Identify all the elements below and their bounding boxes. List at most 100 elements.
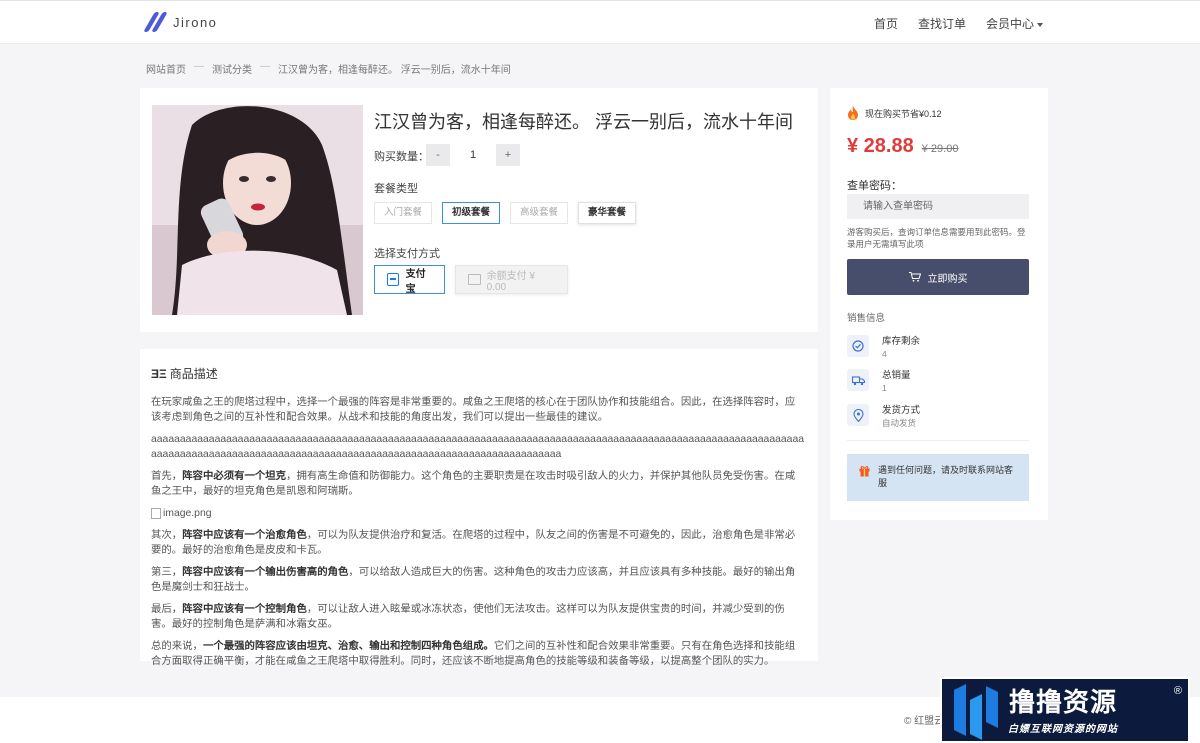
product-card: 江汉曾为客，相逢每醉还。 浮云一别后，流水十年间 购买数量： - 1 + 套餐类… (140, 88, 818, 332)
description-heading: ƎΞ 商品描述 (151, 365, 218, 382)
nav-find-order[interactable]: 查找订单 (918, 15, 966, 32)
paragraph-text: 第三， (151, 567, 183, 578)
nav-member-center-label: 会员中心 (985, 17, 1034, 31)
savings-notice: 现在购买节省¥0.12 (847, 106, 942, 120)
breadcrumb-home[interactable]: 网站首页 (146, 61, 186, 76)
brand-logo[interactable]: Jirono (143, 12, 218, 32)
stat-sales-title: 总销量 (882, 370, 911, 381)
stat-delivery-value: 自动发货 (882, 418, 917, 428)
description-body: 在玩家咸鱼之王的爬塔过程中，选择一个最强的阵容是非常重要的。咸鱼之王爬塔的核心在… (151, 395, 804, 676)
product-title: 江汉曾为客，相逢每醉还。 浮云一别后，流水十年间 (374, 112, 793, 132)
quantity-input[interactable]: 1 (450, 144, 496, 166)
paragraph-bold: 阵容中必须有一个坦克 (182, 471, 287, 482)
payment-options: 支付宝 余额支付 ¥ 0.00 (374, 265, 568, 295)
cart-icon (908, 272, 921, 282)
paragraph-text: 其次， (151, 530, 183, 541)
support-notice-text: 遇到任何问题，请及时联系网站客服 (878, 465, 1014, 488)
buy-now-label: 立即购买 (927, 273, 968, 285)
plan-option-deluxe[interactable]: 豪华套餐 (578, 202, 637, 224)
query-password-hint: 游客购买后，查询订单信息需要用到此密码。登录用户无需填写此项 (847, 227, 1026, 249)
stat-sales: 总销量 1 (847, 369, 911, 395)
plan-type-label: 套餐类型 (374, 183, 418, 195)
watermark-text: 撸撸资源 白嫖互联网资源的网站 (1008, 686, 1118, 735)
stat-sales-value: 1 (882, 383, 887, 393)
description-paragraph: 在玩家咸鱼之王的爬塔过程中，选择一个最强的阵容是非常重要的。咸鱼之王爬塔的核心在… (151, 397, 796, 423)
nav-member-center[interactable]: 会员中心 (986, 15, 1043, 32)
savings-text: 现在购买节省¥0.12 (865, 108, 942, 119)
price-block: ¥ 28.88 ¥ 29.00 (847, 135, 958, 158)
pay-option-alipay[interactable]: 支付宝 (374, 265, 445, 295)
description-card: ƎΞ 商品描述 在玩家咸鱼之王的爬塔过程中，选择一个最强的阵容是非常重要的。咸鱼… (140, 349, 818, 667)
product-image (152, 105, 363, 315)
description-paragraph: aaaaaaaaaaaaaaaaaaaaaaaaaaaaaaaaaaaaaaaa… (151, 434, 805, 460)
description-paragraph: 其次，阵容中应该有一个治愈角色，可以为队友提供治疗和复活。在爬塔的过程中，队友之… (151, 528, 804, 558)
support-notice: 遇到任何问题，请及时联系网站客服 (847, 454, 1029, 501)
breadcrumb-separator: — (194, 61, 204, 72)
paragraph-text: 最后， (151, 604, 183, 615)
stat-stock: 库存剩余 4 (847, 335, 920, 361)
chevron-down-icon (1037, 22, 1043, 27)
plan-option-advanced[interactable]: 高级套餐 (510, 202, 569, 224)
payment-method-label: 选择支付方式 (374, 248, 440, 260)
check-circle-icon (847, 335, 869, 357)
stat-stock-title: 库存剩余 (882, 336, 921, 347)
nav-home[interactable]: 首页 (874, 15, 898, 32)
wallet-icon (468, 274, 481, 285)
plan-option-starter[interactable]: 入门套餐 (374, 202, 433, 224)
quantity-stepper: - 1 + (426, 144, 520, 166)
query-password-input[interactable] (847, 194, 1029, 219)
broken-image-icon (151, 508, 161, 519)
footer-copyright: © 红盟云 (904, 716, 945, 727)
location-pin-icon (847, 404, 869, 426)
original-price: ¥ 29.00 (921, 143, 959, 155)
description-icon: ƎΞ (151, 366, 167, 381)
main-nav: 首页 查找订单 会员中心 (874, 15, 1043, 32)
fire-icon (848, 106, 858, 120)
quantity-label: 购买数量： (374, 151, 429, 163)
breadcrumb-current: 江汉曾为客，相逢每醉还。 浮云一别后，流水十年间 (278, 65, 511, 76)
stat-stock-value: 4 (882, 349, 887, 359)
top-navbar: Jirono 首页 查找订单 会员中心 (0, 0, 1200, 44)
paragraph-text: 总的来说， (151, 641, 203, 652)
pay-option-balance[interactable]: 余额支付 ¥ 0.00 (455, 265, 568, 294)
brand-name: Jirono (173, 14, 218, 30)
paragraph-bold: 一个最强的阵容应该由坦克、治愈、输出和控制四种角色组成。 (202, 641, 494, 652)
paragraph-bold: 阵容中应该有一个治愈角色 (182, 530, 307, 541)
description-paragraph: 最后，阵容中应该有一个控制角色，可以让敌人进入眩晕或冰冻状态，使他们无法攻击。这… (151, 602, 804, 632)
buy-now-button[interactable]: 立即购买 (847, 259, 1029, 295)
paragraph-bold: 阵容中应该有一个输出伤害高的角色 (182, 567, 349, 578)
truck-icon (847, 369, 869, 391)
sales-info-label: 销售信息 (847, 313, 886, 324)
breadcrumb: 网站首页 — 测试分类 — 江汉曾为客，相逢每醉还。 浮云一别后，流水十年间 (146, 61, 511, 76)
image-alt-text: image.png (163, 508, 212, 519)
breadcrumb-category[interactable]: 测试分类 (212, 61, 252, 76)
description-paragraph: 第三，阵容中应该有一个输出伤害高的角色，可以给敌人造成巨大的伤害。这种角色的攻击… (151, 565, 804, 595)
watermark-badge: 撸撸资源 白嫖互联网资源的网站 ® (940, 677, 1190, 743)
stat-delivery-title: 发货方式 (882, 405, 921, 416)
breadcrumb-separator: — (260, 61, 270, 72)
pay-option-alipay-label: 支付宝 (405, 268, 426, 295)
watermark-title: 撸撸资源 (1008, 686, 1117, 717)
paragraph-text: 首先， (151, 471, 183, 482)
logo-icon (143, 12, 168, 32)
stat-delivery: 发货方式 自动发货 (847, 404, 920, 430)
purchase-sidebar: 现在购买节省¥0.12 ¥ 28.88 ¥ 29.00 查单密码： 游客购买后，… (830, 88, 1048, 520)
watermark-logo-icon (954, 684, 998, 740)
plan-option-basic[interactable]: 初级套餐 (442, 202, 501, 224)
registered-mark: ® (1173, 685, 1182, 697)
quantity-increase-button[interactable]: + (496, 144, 520, 166)
alipay-icon (387, 273, 399, 286)
plan-options: 入门套餐 初级套餐 高级套餐 豪华套餐 (374, 202, 637, 224)
description-paragraph: 总的来说，一个最强的阵容应该由坦克、治愈、输出和控制四种角色组成。它们之间的互补… (151, 639, 804, 669)
broken-image: image.png (151, 506, 804, 521)
gift-icon (859, 466, 870, 477)
current-price: ¥ 28.88 (847, 135, 914, 157)
watermark-subtitle: 白嫖互联网资源的网站 (1008, 723, 1118, 735)
pay-option-balance-label: 余额支付 ¥ 0.00 (486, 270, 535, 293)
paragraph-bold: 阵容中应该有一个控制角色 (182, 604, 307, 615)
divider (847, 440, 1029, 441)
query-password-label: 查单密码： (847, 180, 902, 192)
description-paragraph: 首先，阵容中必须有一个坦克，拥有高生命值和防御能力。这个角色的主要职责是在攻击时… (151, 469, 804, 499)
quantity-decrease-button[interactable]: - (426, 144, 450, 166)
description-heading-label: 商品描述 (169, 367, 218, 381)
